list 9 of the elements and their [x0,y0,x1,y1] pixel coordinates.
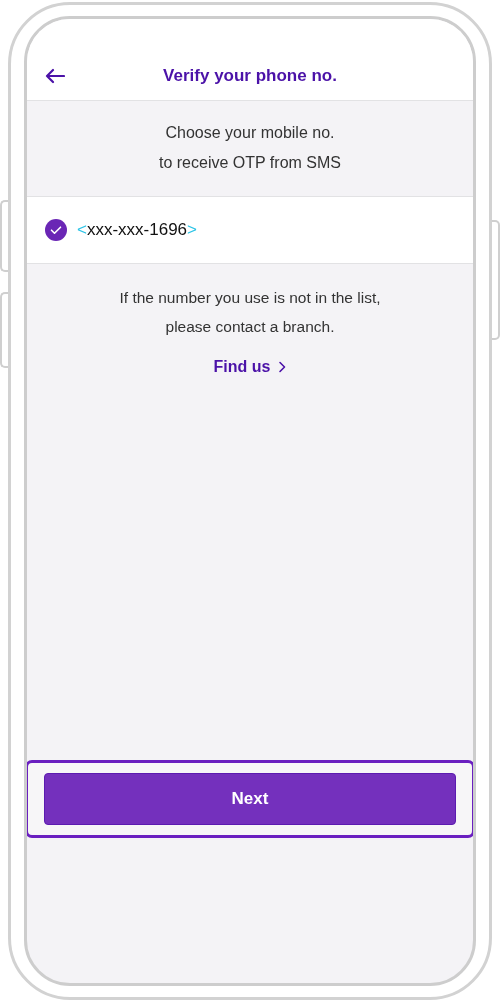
chevron-right-icon [278,361,287,373]
back-arrow-icon[interactable] [45,68,65,84]
screen-title: Verify your phone no. [163,65,337,86]
phone-option[interactable]: <xxx-xxx-1696> [27,197,473,264]
find-us-link[interactable]: Find us [213,358,287,376]
note-text: If the number you use is not in the list, please contact a branch. [118,288,382,337]
next-button[interactable]: Next [44,773,456,825]
phone-number: <xxx-xxx-1696> [77,220,197,240]
check-icon[interactable] [45,219,67,241]
